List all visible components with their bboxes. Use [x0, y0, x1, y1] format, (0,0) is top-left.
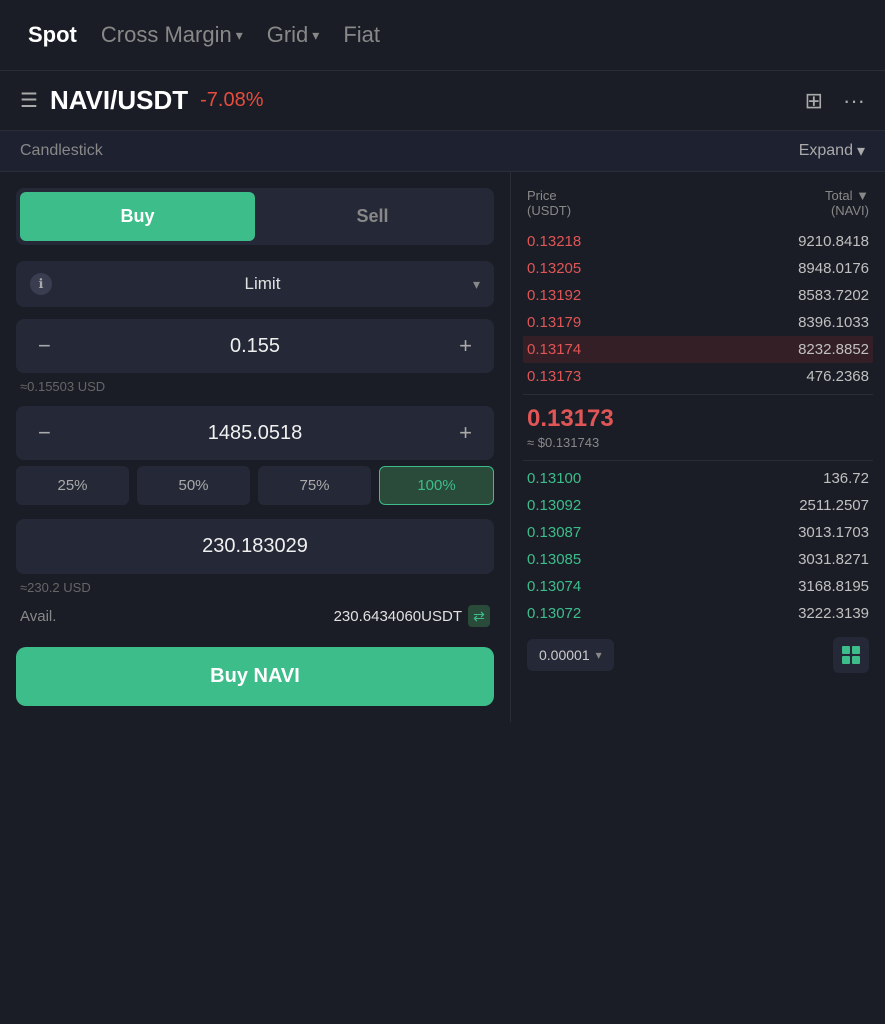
transfer-icon[interactable]: ⇄ — [468, 605, 490, 627]
nav-spot[interactable]: Spot — [20, 18, 85, 52]
orderbook-header: Price (USDT) Total ▼ (NAVI) — [523, 184, 873, 228]
sell-order-row: 0.13174 8232.8852 — [523, 336, 873, 363]
buy-order-row: 0.13085 3031.8271 — [523, 546, 873, 573]
sell-order-row: 0.13218 9210.8418 — [523, 228, 873, 255]
available-balance-row: Avail. 230.6434060USDT ⇄ — [16, 605, 494, 627]
buy-tab[interactable]: Buy — [20, 192, 255, 241]
orderbook-layout-icon[interactable] — [833, 637, 869, 673]
total-value: 230.183029 — [32, 535, 478, 558]
candlestick-bar: Candlestick Expand ▾ — [0, 130, 885, 172]
order-type-label: Limit — [60, 274, 465, 294]
sell-order-row: 0.13173 476.2368 — [523, 363, 873, 390]
amount-input[interactable] — [57, 422, 453, 445]
nav-fiat[interactable]: Fiat — [335, 18, 388, 52]
info-icon: ℹ — [30, 273, 52, 295]
available-amount: 230.6434060USDT — [334, 608, 462, 625]
buy-order-row: 0.13100 136.72 — [523, 465, 873, 492]
price-input-row: − + — [16, 319, 494, 373]
nav-cross-margin[interactable]: Cross Margin ▾ — [93, 18, 251, 52]
tick-size-selector[interactable]: 0.00001 ▾ — [527, 639, 614, 671]
expand-button[interactable]: Expand ▾ — [799, 141, 865, 161]
sell-order-row: 0.13192 8583.7202 — [523, 282, 873, 309]
price-column-header: Price (USDT) — [527, 188, 571, 218]
price-hint: ≈0.15503 USD — [16, 379, 494, 394]
mid-price-block: 0.13173 ≈ $0.131743 — [523, 394, 873, 461]
available-label: Avail. — [20, 608, 56, 625]
buy-order-row: 0.13072 3222.3139 — [523, 600, 873, 627]
amount-decrease-button[interactable]: − — [32, 420, 57, 446]
total-input-box: 230.183029 — [16, 519, 494, 574]
symbol-left: ☰ NAVI/USDT -7.08% — [20, 85, 264, 116]
orderbook-panel: Price (USDT) Total ▼ (NAVI) 0.13218 9210… — [510, 172, 885, 722]
order-type-chevron-icon: ▾ — [473, 276, 480, 293]
chart-icon[interactable]: ⊞ — [805, 88, 823, 114]
buy-order-row: 0.13074 3168.8195 — [523, 573, 873, 600]
cross-margin-chevron-icon: ▾ — [236, 27, 243, 44]
sell-tab[interactable]: Sell — [255, 192, 490, 241]
pct-25-button[interactable]: 25% — [16, 466, 129, 505]
mid-price-value: 0.13173 — [527, 405, 869, 433]
tick-chevron-icon: ▾ — [596, 648, 602, 662]
top-nav: Spot Cross Margin ▾ Grid ▾ Fiat — [0, 0, 885, 71]
order-panel: Buy Sell ℹ Limit ▾ − + ≈0.15503 USD − + … — [0, 172, 510, 722]
orderbook-bottom-controls: 0.00001 ▾ — [523, 627, 873, 673]
price-decrease-button[interactable]: − — [32, 333, 57, 359]
main-content: Buy Sell ℹ Limit ▾ − + ≈0.15503 USD − + … — [0, 172, 885, 722]
total-column-header: Total ▼ (NAVI) — [825, 188, 869, 218]
amount-increase-button[interactable]: + — [453, 420, 478, 446]
percentage-row: 25% 50% 75% 100% — [16, 466, 494, 505]
symbol-change: -7.08% — [200, 89, 263, 112]
buy-order-row: 0.13087 3013.1703 — [523, 519, 873, 546]
pct-100-button[interactable]: 100% — [379, 466, 494, 505]
price-increase-button[interactable]: + — [453, 333, 478, 359]
mid-price-usd: ≈ $0.131743 — [527, 435, 869, 450]
sell-order-row: 0.13179 8396.1033 — [523, 309, 873, 336]
sell-order-row: 0.13205 8948.0176 — [523, 255, 873, 282]
symbol-name: NAVI/USDT — [50, 85, 188, 116]
tick-size-value: 0.00001 — [539, 647, 590, 663]
symbol-right: ⊞ ··· — [805, 88, 865, 114]
sell-orders: 0.13218 9210.8418 0.13205 8948.0176 0.13… — [523, 228, 873, 390]
symbol-header: ☰ NAVI/USDT -7.08% ⊞ ··· — [0, 71, 885, 130]
expand-chevron-icon: ▾ — [857, 141, 865, 161]
buy-sell-tabs: Buy Sell — [16, 188, 494, 245]
buy-orders: 0.13100 136.72 0.13092 2511.2507 0.13087… — [523, 465, 873, 627]
pct-75-button[interactable]: 75% — [258, 466, 371, 505]
price-input[interactable] — [57, 335, 453, 358]
menu-icon[interactable]: ☰ — [20, 88, 38, 113]
pct-50-button[interactable]: 50% — [137, 466, 250, 505]
more-options-icon[interactable]: ··· — [843, 88, 865, 114]
available-value: 230.6434060USDT ⇄ — [334, 605, 490, 627]
buy-order-row: 0.13092 2511.2507 — [523, 492, 873, 519]
nav-grid[interactable]: Grid ▾ — [259, 18, 328, 52]
order-type-selector[interactable]: ℹ Limit ▾ — [16, 261, 494, 307]
total-hint: ≈230.2 USD — [16, 580, 494, 595]
amount-input-row: − + — [16, 406, 494, 460]
buy-navi-button[interactable]: Buy NAVI — [16, 647, 494, 706]
candlestick-label: Candlestick — [20, 142, 103, 160]
grid-chevron-icon: ▾ — [312, 27, 319, 44]
